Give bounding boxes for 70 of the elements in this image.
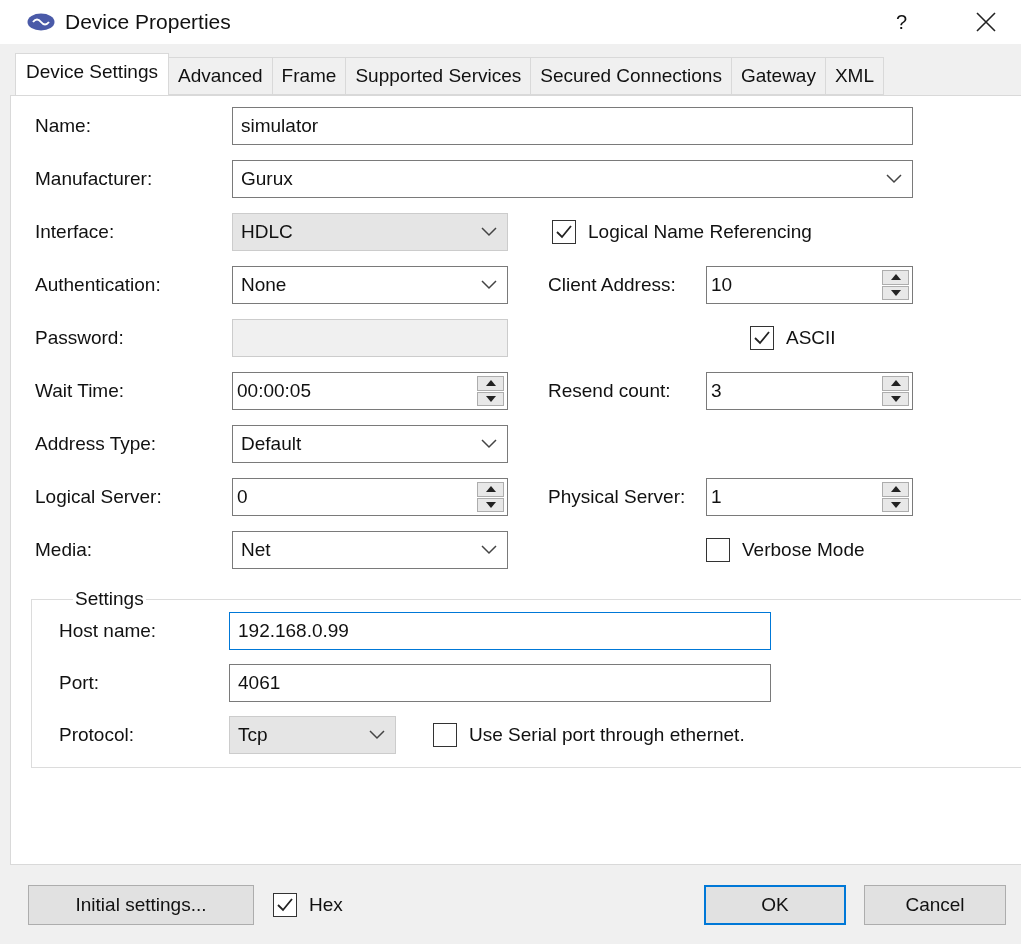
chevron-down-icon (369, 730, 385, 740)
field-label: Physical Server: (548, 486, 687, 508)
checkbox[interactable] (552, 220, 576, 244)
checkbox-label: ASCII (786, 327, 836, 349)
spin-down-icon[interactable] (882, 497, 909, 512)
close-icon[interactable] (975, 11, 997, 33)
checkbox[interactable] (706, 538, 730, 562)
field-label: Protocol: (59, 724, 135, 746)
field-label: Resend count: (548, 380, 672, 402)
checkbox-label: Use Serial port through ethernet. (469, 724, 745, 746)
field-label: Media: (35, 539, 94, 561)
dropdown[interactable]: None (232, 266, 508, 304)
spin-up-icon[interactable] (477, 376, 504, 391)
help-button[interactable]: ? (895, 10, 907, 34)
tab[interactable]: Device Settings (15, 53, 169, 95)
checkbox[interactable] (750, 326, 774, 350)
tab[interactable]: Frame (271, 57, 347, 95)
field-label: Logical Server: (35, 486, 163, 508)
spinner-field[interactable]: 10 (706, 266, 913, 304)
field-label: Address Type: (35, 433, 158, 455)
dropdown[interactable]: Tcp (229, 716, 396, 754)
dropdown[interactable]: Gurux (232, 160, 913, 198)
chevron-down-icon (481, 439, 497, 449)
spin-up-icon[interactable] (882, 270, 909, 285)
field-label: Port: (59, 672, 101, 694)
spinner-field[interactable]: 0 (232, 478, 508, 516)
field-label: Manufacturer: (35, 168, 154, 190)
spin-up-icon[interactable] (882, 482, 909, 497)
field-label: Name: (35, 115, 92, 137)
tab[interactable]: Advanced (168, 57, 273, 95)
spin-down-icon[interactable] (882, 391, 909, 406)
field-label: Interface: (35, 221, 116, 243)
checkbox-label: Logical Name Referencing (588, 221, 812, 243)
checkbox-label: Verbose Mode (742, 539, 865, 561)
text-field[interactable]: simulator (232, 107, 913, 145)
dropdown[interactable]: HDLC (232, 213, 508, 251)
tab[interactable]: Supported Services (345, 57, 532, 95)
text-field[interactable]: 4061 (229, 664, 771, 702)
window-title: Device Properties (65, 10, 232, 34)
spinner-field[interactable]: 3 (706, 372, 913, 410)
text-field[interactable]: 192.168.0.99 (229, 612, 771, 650)
spin-down-icon[interactable] (882, 285, 909, 300)
tab[interactable]: XML (824, 57, 884, 95)
spin-down-icon[interactable] (477, 497, 504, 512)
tab[interactable]: Secured Connections (530, 57, 732, 95)
app-icon (27, 13, 55, 31)
field-label: Client Address: (548, 274, 677, 296)
dropdown[interactable]: Net (232, 531, 508, 569)
spin-up-icon[interactable] (477, 482, 504, 497)
checkbox[interactable] (433, 723, 457, 747)
dialog-button[interactable]: Cancel (864, 884, 1006, 925)
initial-settings-button[interactable]: Initial settings... (28, 884, 254, 925)
chevron-down-icon (886, 174, 902, 184)
group-label: Settings (74, 588, 145, 610)
dialog-button[interactable]: OK (704, 884, 846, 925)
spinner-field[interactable]: 00:00:05 (232, 372, 508, 410)
chevron-down-icon (481, 227, 497, 237)
spinner-field[interactable]: 1 (706, 478, 913, 516)
field-label: Host name: (59, 620, 158, 642)
field-label: Password: (35, 327, 125, 349)
chevron-down-icon (481, 280, 497, 290)
dropdown[interactable]: Default (232, 425, 508, 463)
checkbox[interactable] (273, 892, 297, 917)
field-label: Wait Time: (35, 380, 126, 402)
spin-down-icon[interactable] (477, 391, 504, 406)
tab[interactable]: Gateway (730, 57, 826, 95)
chevron-down-icon (481, 545, 497, 555)
checkbox-label: Hex (309, 893, 343, 916)
field-label: Authentication: (35, 274, 162, 296)
spin-up-icon[interactable] (882, 376, 909, 391)
